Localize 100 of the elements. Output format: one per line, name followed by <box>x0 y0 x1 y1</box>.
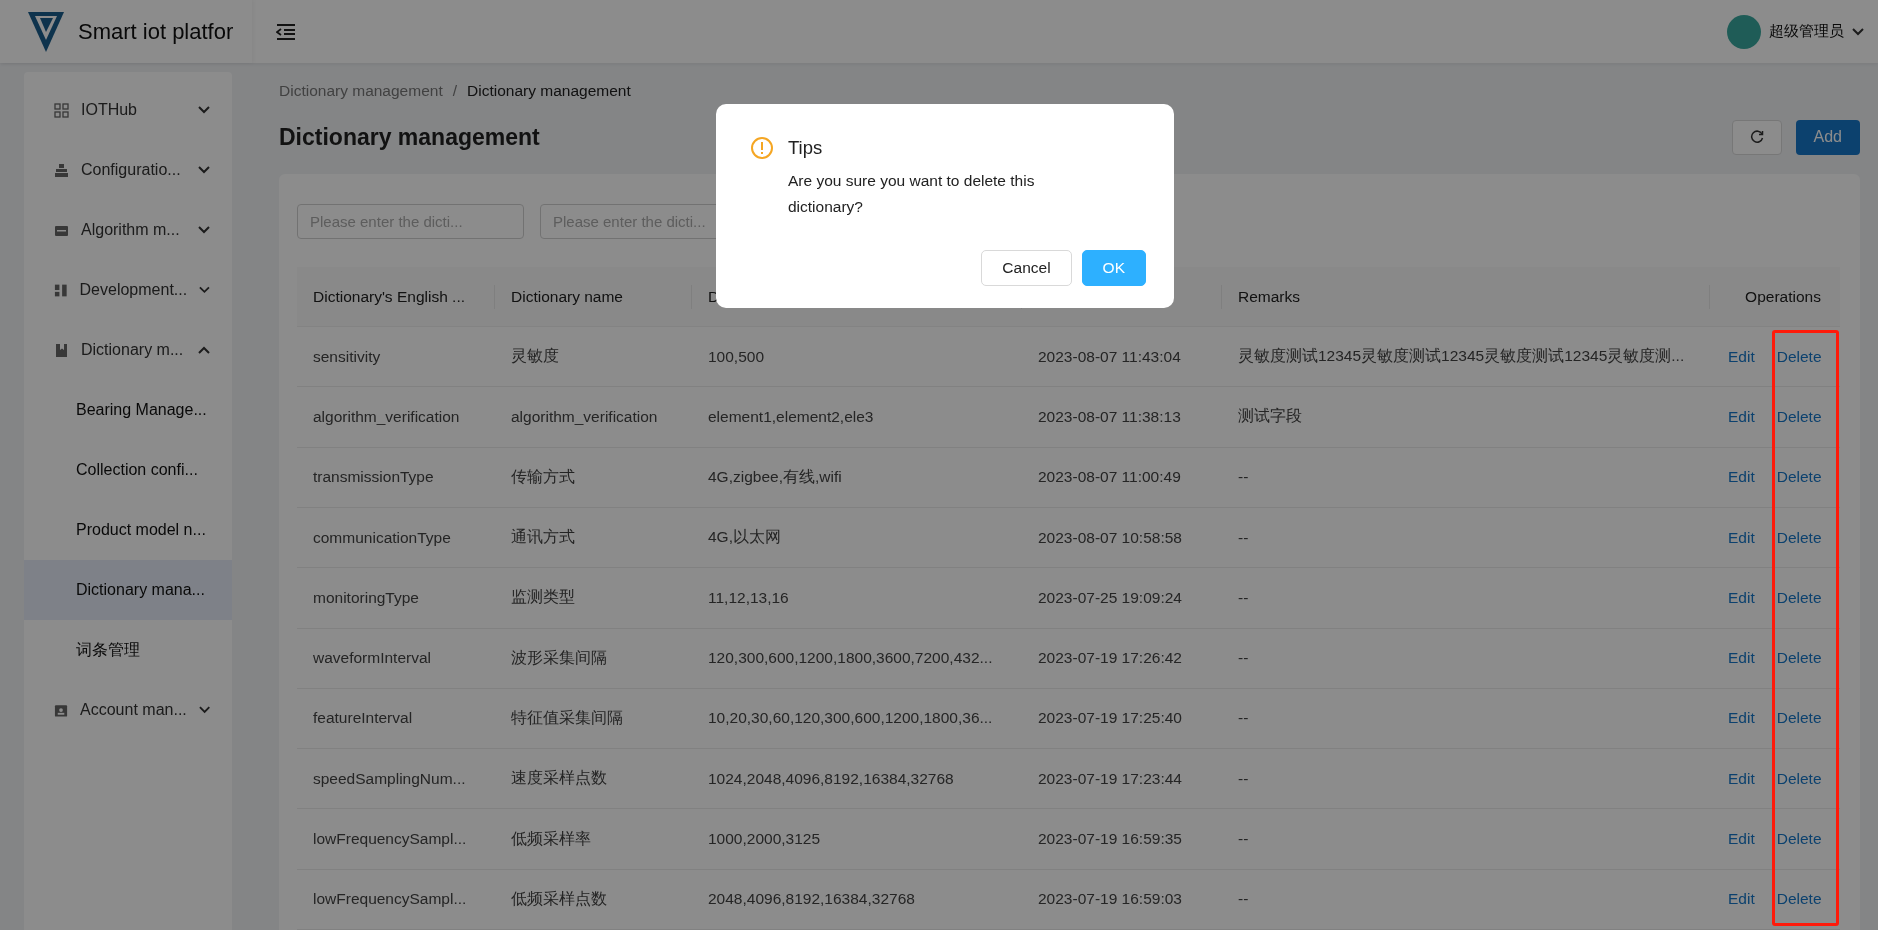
table-cell-text: -- <box>1237 528 1250 547</box>
table-cell-text: 4G,zigbee,有线,wifi <box>707 466 843 487</box>
user-name[interactable]: 超级管理员 <box>1769 22 1844 41</box>
edit-link[interactable]: Edit <box>1728 769 1755 788</box>
delete-link[interactable]: Delete <box>1776 528 1822 547</box>
chevron-down-icon <box>198 226 210 234</box>
table-cell-text: 2023-07-19 17:23:44 <box>1037 769 1183 788</box>
table-cell-text: algorithm_verification <box>510 407 659 426</box>
column-header: Dictionary's English ... <box>313 287 465 305</box>
table-cell-text: 4G,以太网 <box>707 527 782 548</box>
table-cell-text: 速度采样点数 <box>510 768 608 789</box>
table-cell-text: -- <box>1237 769 1250 788</box>
chevron-down-icon <box>198 166 210 174</box>
table-cell-text: -- <box>1237 709 1250 728</box>
breadcrumb-separator: / <box>452 81 457 100</box>
table-cell-text: 120,300,600,1200,1800,3600,7200,432... <box>707 649 994 668</box>
app-title: Smart iot platfor <box>78 18 234 45</box>
menu-fold-icon[interactable] <box>276 23 296 40</box>
table-cell-text: lowFrequencySampl... <box>312 890 468 909</box>
delete-link[interactable]: Delete <box>1776 709 1822 728</box>
table-cell-text: transmissionType <box>312 468 435 487</box>
table-cell-text: 1000,2000,3125 <box>707 830 822 849</box>
column-header: Operations <box>1745 287 1821 305</box>
delete-link[interactable]: Delete <box>1776 830 1822 849</box>
table-cell-text: algorithm_verification <box>312 407 461 426</box>
sidebar-group[interactable]: Development... <box>24 260 232 320</box>
sidebar-item[interactable]: 词条管理 <box>24 620 232 680</box>
refresh-button[interactable] <box>1731 119 1782 155</box>
stack-icon <box>54 162 69 178</box>
contact-icon <box>54 702 69 718</box>
delete-link[interactable]: Delete <box>1776 769 1822 788</box>
delete-link[interactable]: Delete <box>1776 588 1822 607</box>
table-cell-text: 2023-07-19 17:25:40 <box>1037 709 1183 728</box>
table-cell-text: 11,12,13,16 <box>707 588 790 607</box>
book-icon <box>54 342 69 358</box>
table-cell-text: 2023-08-07 11:00:49 <box>1037 468 1182 487</box>
table-cell-text: 通讯方式 <box>510 527 576 548</box>
chevron-down-icon <box>199 286 210 294</box>
table-cell-text: monitoringType <box>312 588 420 607</box>
delete-link[interactable]: Delete <box>1776 347 1822 366</box>
delete-link[interactable]: Delete <box>1776 890 1822 909</box>
dialog-message: Are you sure you want to delete this dictionary? <box>788 171 1036 217</box>
delete-link[interactable]: Delete <box>1776 407 1822 426</box>
edit-link[interactable]: Edit <box>1728 830 1755 849</box>
edit-link[interactable]: Edit <box>1728 468 1755 487</box>
sidebar-item[interactable]: Dictionary mana... <box>24 560 232 620</box>
sidebar-item[interactable]: Bearing Manage... <box>24 380 232 440</box>
sidebar-group[interactable]: IOTHub <box>24 80 232 140</box>
edit-link[interactable]: Edit <box>1728 649 1755 668</box>
chevron-down-icon <box>198 106 210 114</box>
sidebar-group[interactable]: Configuratio... <box>24 140 232 200</box>
refresh-icon <box>1749 130 1764 145</box>
table-cell-text: 2023-07-25 19:09:24 <box>1037 588 1183 607</box>
table-cell-text: sensitivity <box>312 347 382 366</box>
edit-link[interactable]: Edit <box>1728 890 1755 909</box>
table-cell-text: 2023-07-19 16:59:03 <box>1037 890 1183 909</box>
breadcrumb-item[interactable]: Dictionary management <box>279 81 443 100</box>
edit-link[interactable]: Edit <box>1728 528 1755 547</box>
table-cell-text: lowFrequencySampl... <box>312 830 468 849</box>
table-cell-text: 1024,2048,4096,8192,16384,32768 <box>707 769 955 788</box>
breadcrumb-item: Dictionary management <box>467 81 631 100</box>
table-cell-text: 2048,4096,8192,16384,32768 <box>707 890 916 909</box>
table-cell-text: -- <box>1237 890 1250 909</box>
table-cell-text: speedSamplingNum... <box>312 769 467 788</box>
sidebar-group[interactable]: Dictionary m... <box>24 320 232 380</box>
table-cell-text: 低频采样率 <box>510 828 592 849</box>
grid-icon <box>54 102 69 118</box>
chevron-up-icon <box>198 346 210 354</box>
sidebar-item[interactable]: Product model n... <box>24 500 232 560</box>
table-cell-text: 监测类型 <box>510 587 576 608</box>
warning-icon <box>750 136 774 160</box>
table-cell-text: -- <box>1237 830 1250 849</box>
sidebar-group[interactable]: Algorithm m... <box>24 200 232 260</box>
logo-icon <box>28 11 64 52</box>
table-cell-text: 特征值采集间隔 <box>510 707 624 728</box>
ok-button[interactable]: OK <box>1081 250 1146 286</box>
table-cell-text: element1,element2,ele3 <box>707 407 875 426</box>
table-cell-text: 测试字段 <box>1237 406 1303 427</box>
delete-link[interactable]: Delete <box>1776 649 1822 668</box>
dialog-title: Tips <box>788 137 823 159</box>
user-avatar[interactable] <box>1727 14 1761 49</box>
cancel-button[interactable]: Cancel <box>981 250 1072 286</box>
edit-link[interactable]: Edit <box>1728 709 1755 728</box>
edit-link[interactable]: Edit <box>1728 347 1755 366</box>
chevron-down-icon <box>1852 27 1864 36</box>
table-cell-text: communicationType <box>312 528 452 547</box>
table-cell-text: 波形采集间隔 <box>510 647 608 668</box>
column-header: Dictionary name <box>511 287 623 305</box>
sidebar-group[interactable]: Account man... <box>24 680 232 740</box>
sidebar-item[interactable]: Collection confi... <box>24 440 232 500</box>
table-cell-text: 灵敏度 <box>510 346 560 367</box>
edit-link[interactable]: Edit <box>1728 588 1755 607</box>
table-cell-text: -- <box>1237 468 1250 487</box>
delete-link[interactable]: Delete <box>1776 468 1822 487</box>
edit-link[interactable]: Edit <box>1728 407 1755 426</box>
blocks-icon <box>54 282 68 298</box>
table-cell-text: 灵敏度测试12345灵敏度测试12345灵敏度测试12345灵敏度测... <box>1237 346 1686 367</box>
table-cell-text: waveformInterval <box>312 649 432 668</box>
table-cell-text: 2023-07-19 17:26:42 <box>1037 649 1183 668</box>
add-button[interactable]: Add <box>1795 119 1860 155</box>
